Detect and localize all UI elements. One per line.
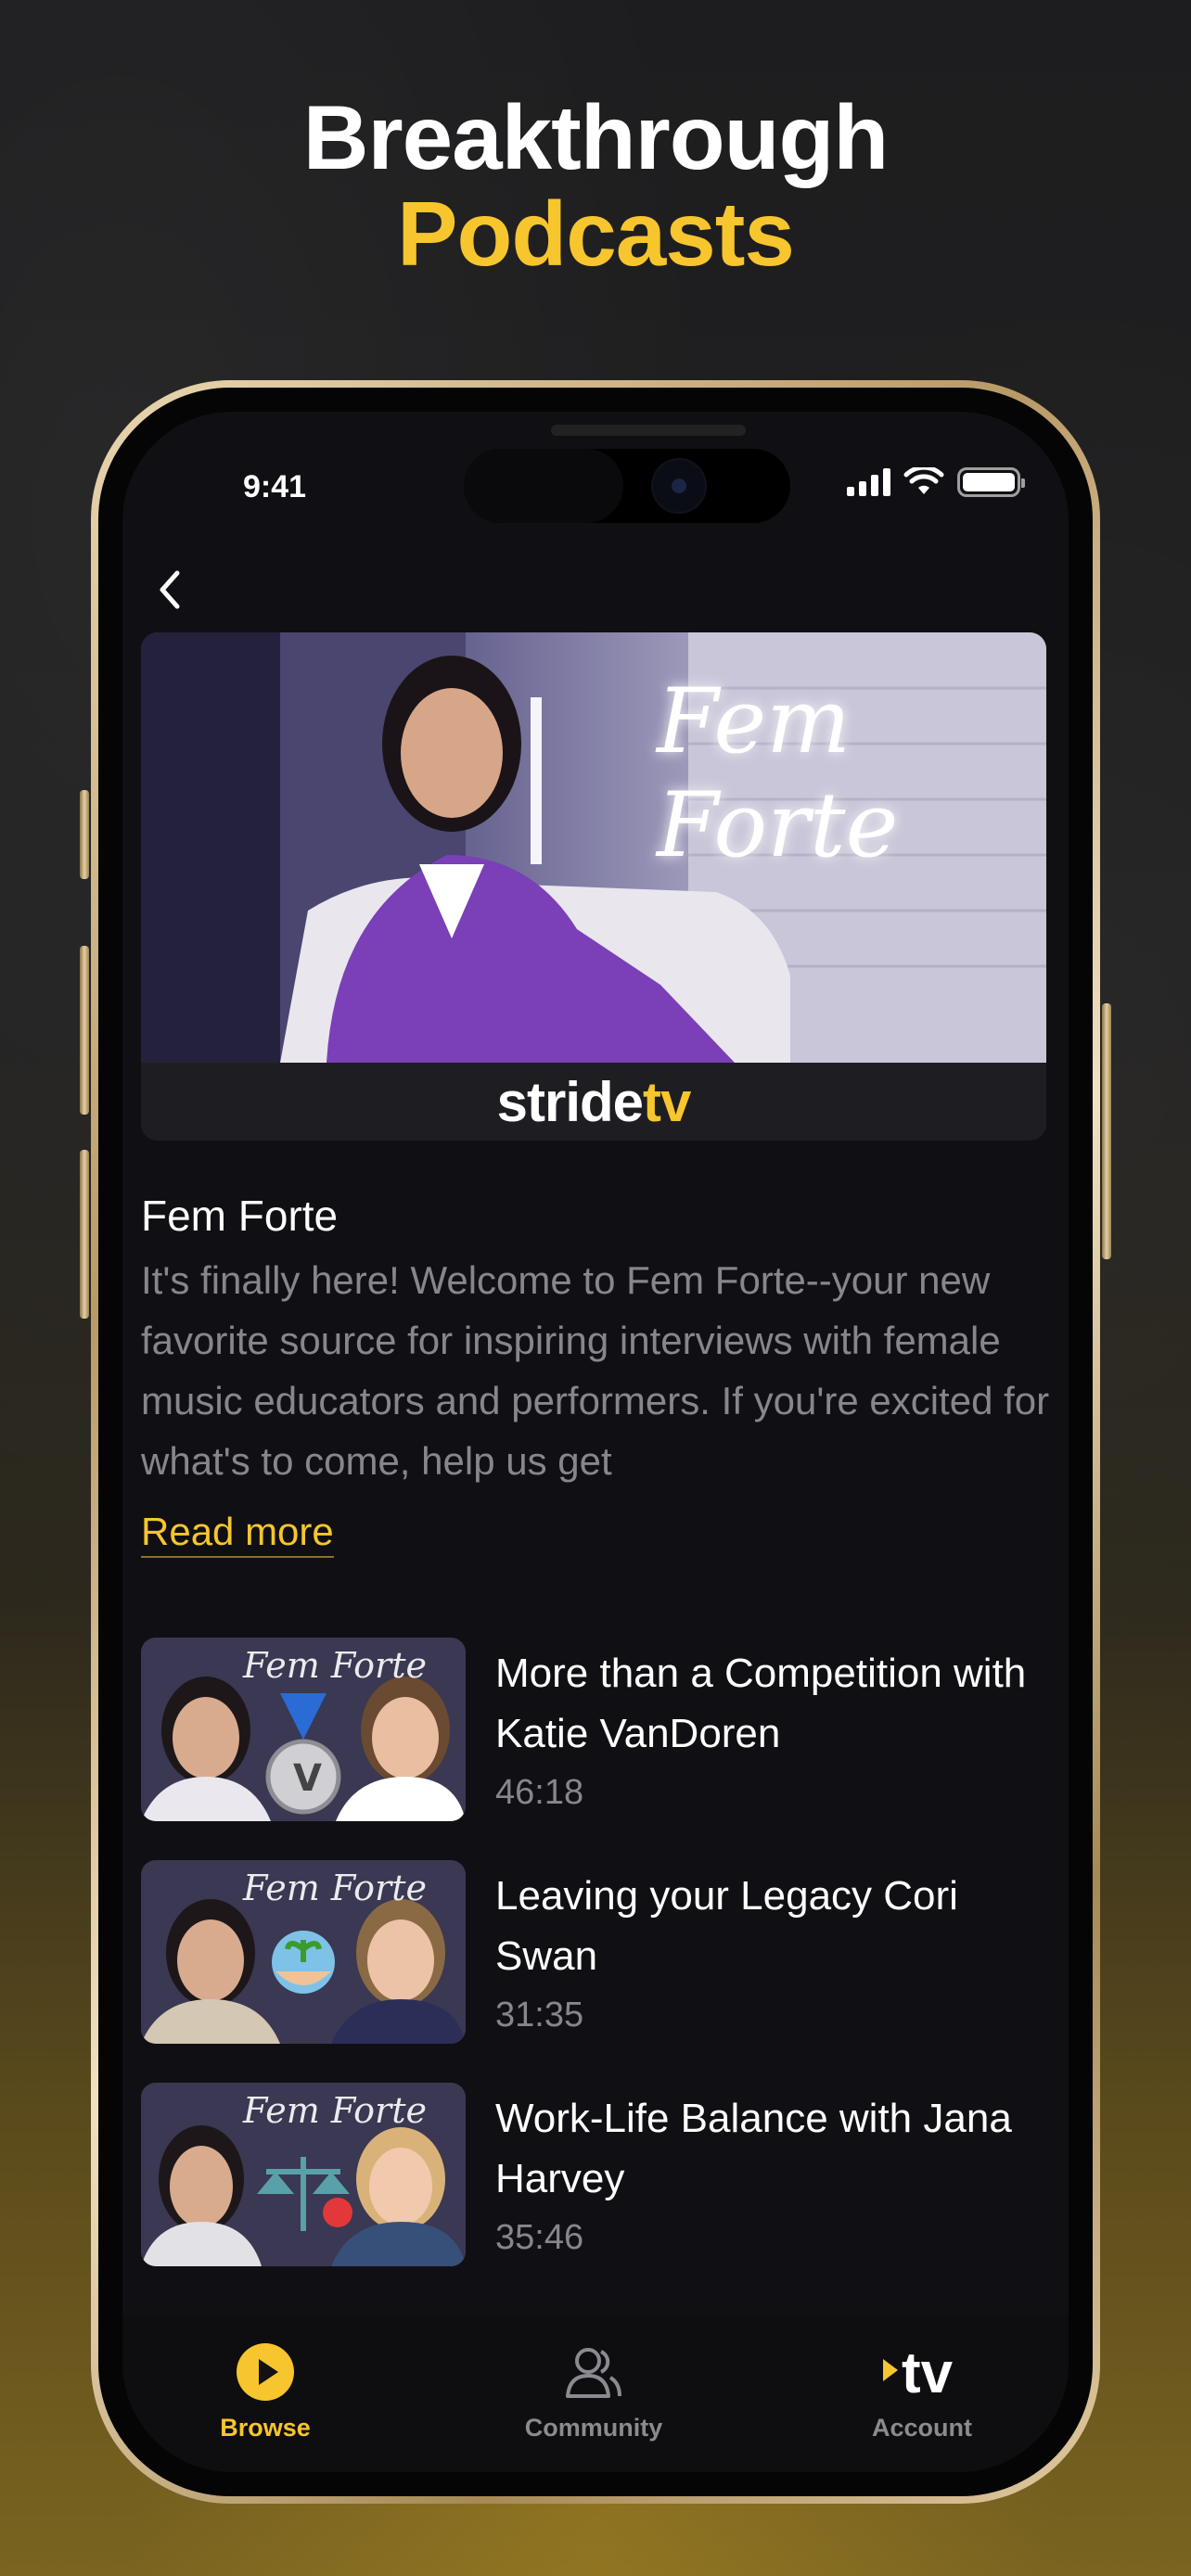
episode-thumbnail: Fem Forte	[141, 2083, 466, 2266]
tab-community[interactable]: Community	[482, 2342, 705, 2442]
chevron-left-icon	[160, 570, 180, 609]
battery-icon	[957, 467, 1025, 497]
thumbnail-script: Fem Forte	[243, 2090, 427, 2131]
podcast-hero-image[interactable]: Fem Forte stridetv	[141, 632, 1046, 1141]
tab-label: Community	[524, 2414, 663, 2442]
tab-label: Account	[872, 2414, 972, 2442]
hero-brand-bar: stridetv	[141, 1063, 1046, 1141]
earpiece	[551, 425, 746, 436]
back-button[interactable]	[143, 562, 198, 618]
status-time: 9:41	[243, 469, 307, 504]
status-icons	[847, 467, 1025, 497]
users-icon	[566, 2348, 621, 2398]
dynamic-island	[464, 449, 790, 523]
hero-overlay-script: Fem Forte	[657, 670, 899, 877]
marketing-headline: Breakthrough Podcasts	[0, 89, 1191, 282]
thumbnail-script: Fem Forte	[243, 1868, 427, 1908]
episode-item[interactable]: Fem Forte Work-Life Balance with Jana Ha…	[141, 2083, 1046, 2268]
volume-up-button	[80, 946, 89, 1115]
read-more-link[interactable]: Read more	[141, 1510, 334, 1558]
phone-bezel: 9:41 Fem Forte stridetv Fem Forte It's f…	[98, 388, 1093, 2496]
episode-item[interactable]: V Fem Forte More than a Competition with…	[141, 1638, 1046, 1823]
tab-account[interactable]: tv Account	[811, 2341, 1033, 2442]
svg-text:V: V	[293, 1757, 322, 1800]
action-button	[80, 790, 89, 879]
episode-item[interactable]: Fem Forte Leaving your Legacy Cori Swan …	[141, 1860, 1046, 2046]
camera-icon	[651, 458, 707, 514]
volume-down-button	[80, 1150, 89, 1319]
headline-line-1: Breakthrough	[302, 86, 890, 188]
headline-line-2: Podcasts	[397, 183, 795, 285]
episode-duration: 31:35	[495, 1996, 584, 2034]
hero-photo: Fem Forte	[141, 632, 1046, 1063]
tab-browse[interactable]: Browse	[154, 2342, 377, 2442]
app-screen: 9:41 Fem Forte stridetv Fem Forte It's f…	[122, 412, 1069, 2472]
podcast-description: It's finally here! Welcome to Fem Forte-…	[141, 1258, 1050, 1483]
phone-frame: 9:41 Fem Forte stridetv Fem Forte It's f…	[91, 380, 1100, 2504]
episode-title: Work-Life Balance with Jana Harvey	[495, 2096, 1012, 2201]
svg-text:tv: tv	[902, 2342, 954, 2402]
episode-duration: 46:18	[495, 1773, 584, 1812]
tab-bar: Browse Community tv Account	[122, 2315, 1069, 2472]
power-button	[1102, 1003, 1111, 1259]
stridetv-logo: stridetv	[496, 1070, 692, 1133]
tab-label: Browse	[220, 2414, 311, 2442]
tv-logo-icon: tv	[883, 2341, 954, 2405]
episode-thumbnail: Fem Forte	[141, 1860, 466, 2044]
episode-thumbnail: V Fem Forte	[141, 1638, 466, 1821]
cellular-signal-icon	[847, 468, 890, 496]
wifi-icon	[903, 467, 944, 494]
podcast-title: Fem Forte	[141, 1192, 339, 1240]
episode-title: Leaving your Legacy Cori Swan	[495, 1873, 958, 1979]
episode-title: More than a Competition with Katie VanDo…	[495, 1651, 1027, 1756]
play-circle-icon	[237, 2343, 294, 2401]
thumbnail-script: Fem Forte	[243, 1645, 427, 1686]
episode-duration: 35:46	[495, 2218, 584, 2257]
